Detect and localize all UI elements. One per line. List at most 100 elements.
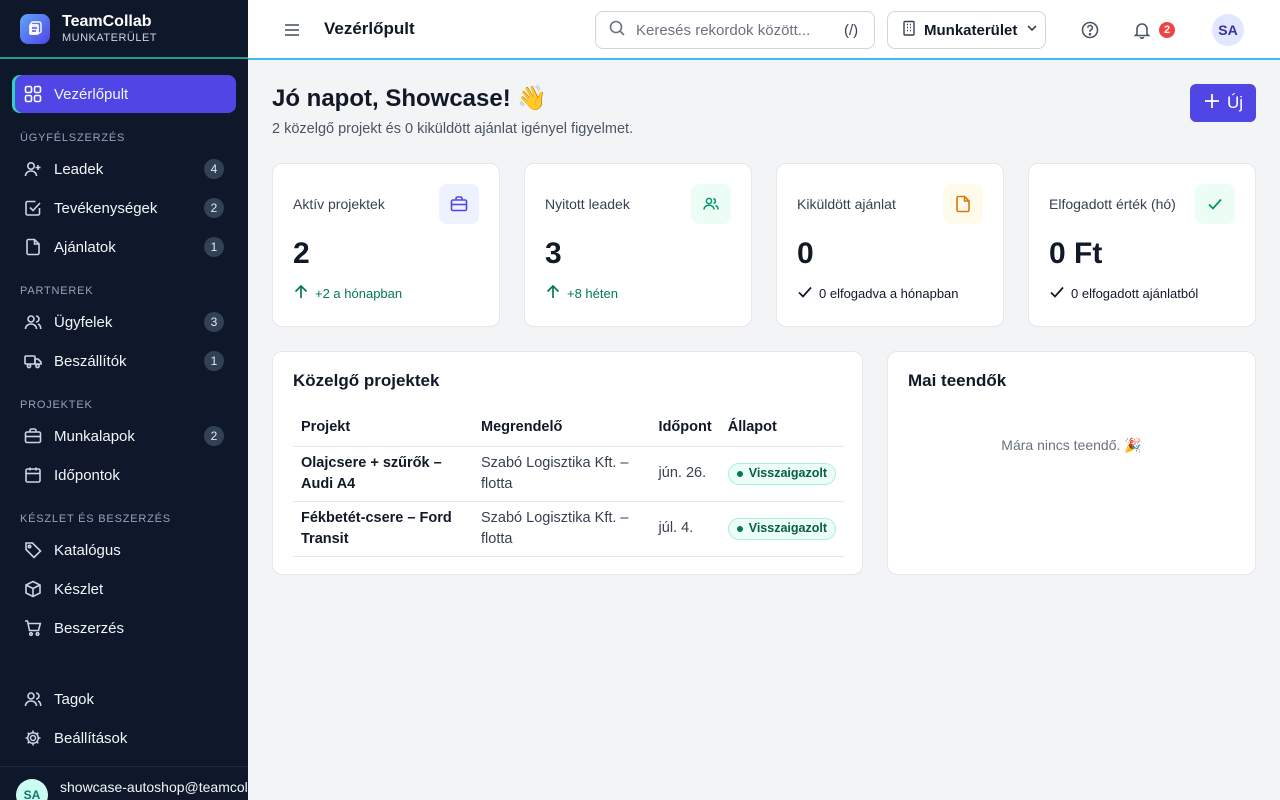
count-badge: 2 (204, 426, 224, 446)
column-header[interactable]: Időpont (650, 408, 720, 447)
sidebar-item-label: Tagok (54, 690, 95, 708)
search-shortcut: (/) (844, 21, 859, 39)
project-name[interactable]: Olajcsere + szűrők – Audi A4 (293, 446, 473, 502)
count-badge: 4 (204, 159, 224, 179)
sidebar: TeamCollab MUNKATERÜLET Vezérlőpult ÜGYF… (0, 0, 248, 800)
column-header[interactable]: Állapot (719, 408, 844, 447)
search-input[interactable] (636, 21, 836, 39)
kpi-trend-text: 0 elfogadva a hónapban (819, 286, 959, 301)
new-button-label: Új (1226, 93, 1244, 112)
client-name: Szabó Logisztika Kft. – flotta (473, 446, 651, 502)
sidebar-item-label: Leadek (54, 160, 104, 178)
count-badge: 3 (204, 312, 224, 332)
status-text: Visszaigazolt (748, 521, 827, 535)
sidebar-nav: Vezérlőpult ÜGYFÉLSZERZÉS Leadek 4 Tevék… (0, 59, 248, 647)
sidebar-item-worksheets[interactable]: Munkalapok 2 (12, 417, 236, 455)
upcoming-projects-panel: Közelgő projektek Projekt Megrendelő Idő… (272, 351, 863, 575)
kpi-trend: +2 a hónapban (293, 284, 402, 303)
sidebar-item-label: Ajánlatok (54, 238, 116, 256)
kpi-label: Nyitott leadek (545, 196, 630, 212)
avatar: SA (16, 779, 48, 800)
status-badge: Visszaigazolt (727, 517, 836, 540)
user-menu[interactable]: SA showcase-autoshop@teamcol (0, 766, 248, 800)
sidebar-bottom-nav: Tagok Beállítások (12, 680, 236, 758)
plus-icon (1203, 92, 1227, 115)
kpi-trend-text: +2 a hónapban (315, 286, 403, 301)
sidebar-item-label: Beállítások (54, 729, 128, 747)
sidebar-item-quotes[interactable]: Ajánlatok 1 (12, 228, 236, 266)
grid-icon (24, 85, 42, 103)
sidebar-item-catalog[interactable]: Katalógus (12, 531, 236, 569)
sidebar-item-label: Tevékenységek (54, 199, 158, 217)
kpi-value: 2 (293, 237, 310, 270)
status-dot (736, 470, 743, 477)
sidebar-item-leads[interactable]: Leadek 4 (12, 150, 236, 188)
kpi-trend: +8 héten (545, 284, 618, 303)
column-header[interactable]: Projekt (293, 408, 473, 447)
sidebar-item-members[interactable]: Tagok (12, 680, 236, 718)
users-icon (24, 690, 42, 708)
search-icon (608, 19, 626, 42)
kpi-label: Aktív projektek (293, 196, 385, 212)
menu-icon[interactable] (282, 20, 302, 40)
panel-title: Közelgő projektek (293, 371, 440, 390)
kpi-card-active-projects[interactable]: Aktív projektek 2 +2 a hónapban (272, 163, 500, 327)
avatar[interactable]: SA (1212, 14, 1244, 46)
sidebar-item-label: Vezérlőpult (54, 85, 129, 103)
kpi-label: Elfogadott érték (hó) (1049, 196, 1176, 212)
topbar: Vezérlőpult (/) Munkaterület 2 SA (248, 0, 1280, 60)
truck-icon (24, 352, 42, 370)
sidebar-section-title: ÜGYFÉLSZERZÉS (20, 132, 126, 144)
sidebar-item-activities[interactable]: Tevékenységek 2 (12, 189, 236, 227)
notification-badge: 2 (1159, 22, 1175, 38)
sidebar-item-procurement[interactable]: Beszerzés (12, 609, 236, 647)
kpi-trend-text: +8 héten (567, 286, 618, 301)
sidebar-item-label: Beszállítók (54, 352, 127, 370)
table-row[interactable]: Fékbetét-csere – Ford Transit Szabó Logi… (293, 501, 844, 557)
kpi-card-accepted-value[interactable]: Elfogadott érték (hó) 0 Ft 0 elfogadott … (1028, 163, 1256, 327)
project-date: jún. 26. (650, 446, 720, 502)
sidebar-item-appointments[interactable]: Időpontok (12, 456, 236, 494)
check-icon (1195, 184, 1235, 224)
sidebar-item-label: Készlet (54, 580, 104, 598)
sidebar-item-inventory[interactable]: Készlet (12, 570, 236, 608)
column-header[interactable]: Megrendelő (473, 408, 651, 447)
sidebar-item-label: Időpontok (54, 466, 120, 484)
sidebar-section-title: PARTNEREK (20, 285, 94, 297)
table-row[interactable]: Olajcsere + szűrők – Audi A4 Szabó Logis… (293, 446, 844, 502)
search-box: (/) (595, 11, 875, 49)
box-icon (24, 580, 42, 598)
new-button[interactable]: Új (1190, 84, 1256, 122)
kpi-value: 3 (545, 237, 562, 270)
project-name[interactable]: Fékbetét-csere – Ford Transit (293, 501, 473, 557)
page-title: Vezérlőpult (324, 19, 415, 38)
count-badge: 1 (204, 237, 224, 257)
kpi-label: Kiküldött ajánlat (797, 196, 896, 212)
sidebar-item-label: Beszerzés (54, 619, 125, 637)
app-logo-icon (20, 13, 50, 44)
status-text: Visszaigazolt (748, 466, 827, 480)
help-icon[interactable] (1080, 20, 1100, 45)
kpi-value: 0 Ft (1049, 237, 1103, 270)
kpi-trend: 0 elfogadott ajánlatból (1049, 284, 1198, 303)
workspace-select[interactable]: Munkaterület (887, 11, 1046, 49)
today-tasks-panel: Mai teendők Mára nincs teendő. 🎉 (887, 351, 1256, 575)
panel-title: Mai teendők (908, 371, 1007, 390)
table-header-row: Projekt Megrendelő Időpont Állapot (293, 408, 844, 447)
sidebar-item-dashboard[interactable]: Vezérlőpult (12, 75, 236, 113)
kpi-card-sent-quotes[interactable]: Kiküldött ajánlat 0 0 elfogadva a hónapb… (776, 163, 1004, 327)
kpi-card-open-leads[interactable]: Nyitott leadek 3 +8 héten (524, 163, 752, 327)
file-icon (24, 238, 42, 256)
sidebar-item-customers[interactable]: Ügyfelek 3 (12, 303, 236, 341)
sidebar-item-label: Munkalapok (54, 427, 135, 445)
check-icon (1049, 284, 1071, 303)
brand[interactable]: TeamCollab MUNKATERÜLET (0, 0, 248, 59)
user-email: showcase-autoshop@teamcol (60, 779, 248, 795)
count-badge: 2 (204, 198, 224, 218)
briefcase-icon (24, 427, 42, 445)
sidebar-item-suppliers[interactable]: Beszállítók 1 (12, 342, 236, 380)
building-icon (902, 20, 916, 40)
sidebar-item-settings[interactable]: Beállítások (12, 719, 236, 757)
bell-icon[interactable] (1132, 20, 1152, 45)
tag-icon (24, 541, 42, 559)
